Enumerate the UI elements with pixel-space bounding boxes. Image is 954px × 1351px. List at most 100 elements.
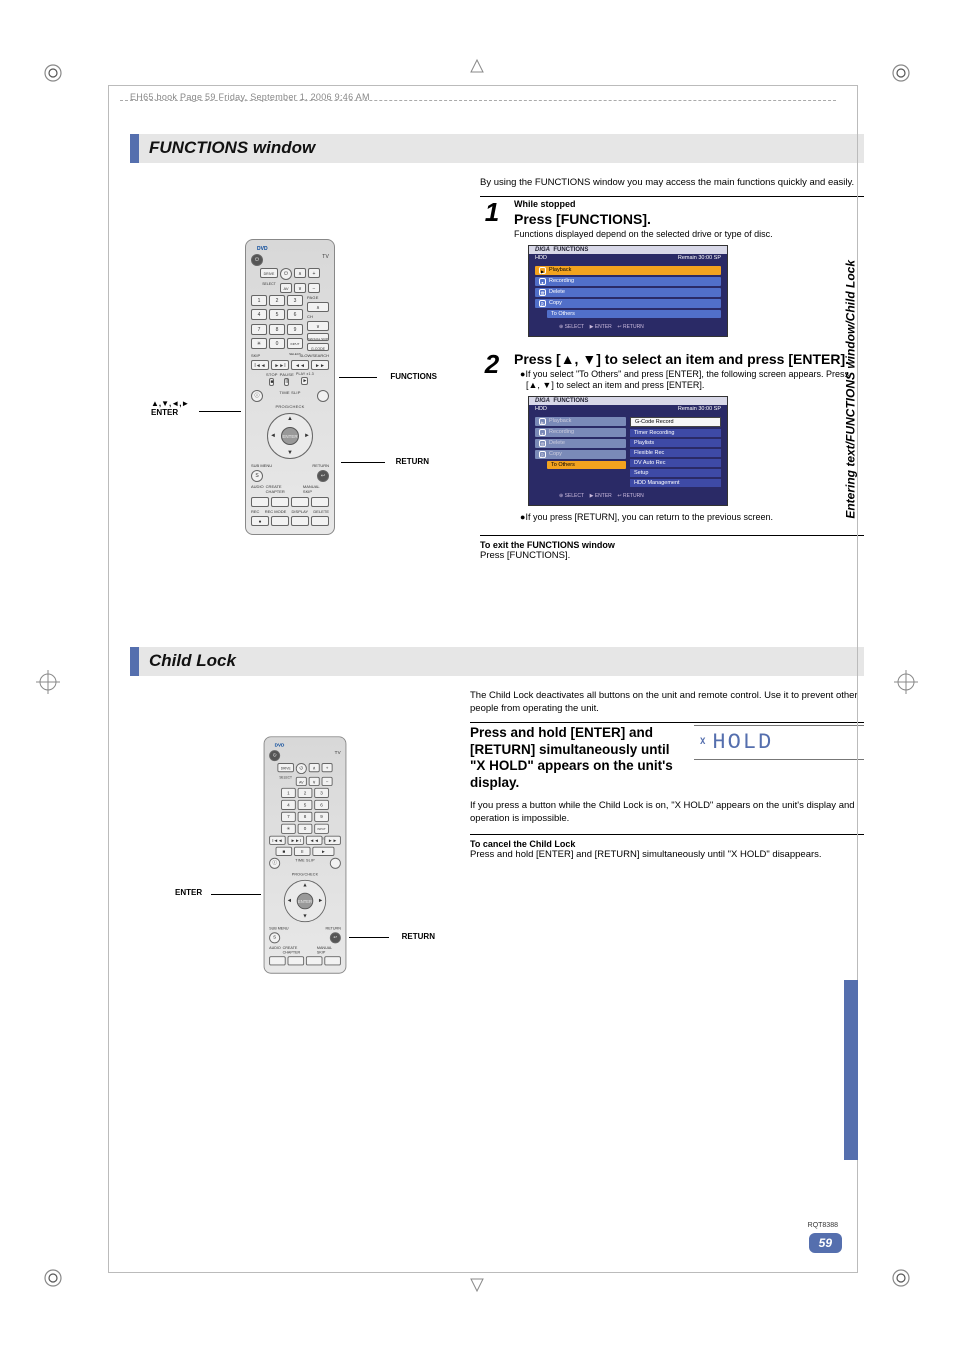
num-3: 3 [314,787,329,797]
audio-label: AUDIO [269,945,281,954]
num-3: 3 [287,295,303,306]
av-button: AV [296,776,307,785]
num-0: 0 [269,338,285,349]
callout-line [339,377,377,378]
crop-mark-icon [888,60,914,86]
pause-label: PAUSE [280,372,294,377]
tv-label: TV [322,254,329,266]
status-button: ⓘ [251,390,263,402]
display-button [291,516,309,526]
color-btn-4 [311,497,329,507]
drive-select-button: DRIVE SELECT [277,763,294,772]
num-0: 0 [298,823,313,833]
rec-button: ● [251,516,269,526]
delete-button [311,516,329,526]
return-button: ↩ [330,932,341,943]
callout-line [199,411,241,412]
ch-down: ∨ [309,776,320,785]
ff-button: ►► [311,360,329,370]
submenu-label: SUB MENU [269,926,288,931]
tv-power-button: ⏻ [280,268,292,280]
color-btn-3 [291,497,309,507]
submenu-button: S [251,470,263,482]
rew-button: ◄◄ [291,360,309,370]
power-button-icon: ⏻ [251,254,263,266]
num-9: 9 [287,324,303,335]
ch-up: ∧ [309,763,320,772]
num-9: 9 [314,811,329,821]
dpad: ▲▼ ◄► ENTER [284,879,326,921]
enter-button: ENTER [281,427,299,445]
rec-label: REC [251,509,259,514]
num-7: 7 [251,324,267,335]
num-7: 7 [281,811,296,821]
create-label: CREATE CHAPTER [283,945,315,954]
stop-label: STOP [266,372,278,377]
num-ast: ✳ [251,338,267,349]
num-6: 6 [287,309,303,320]
create-label: CREATE CHAPTER [266,484,301,494]
vol-up-button: + [308,268,320,278]
play-button: ► [301,377,308,385]
page-up: ∧ [307,302,329,312]
gcode-button: G-CODE [307,343,329,351]
status-button: ⓘ [269,858,280,869]
audio-label: AUDIO [251,484,264,494]
pause-button: II [294,847,311,856]
manual-label: MANUAL SKIP [303,484,329,494]
crop-arrow-icon [469,1277,485,1293]
slow-label: SLOW/SEARCH [299,353,329,358]
stop-button: ■ [276,847,293,856]
return-button: ↩ [317,470,329,482]
return-label: RETURN [326,926,341,931]
submenu-button: S [269,932,280,943]
play-label: PLAY x1.3 [296,372,314,376]
crop-mark-icon [40,1265,66,1291]
prev-button: I◄◄ [251,360,269,370]
remote-illustration: DVD ⏻ TV DRIVE SELECT ⏻ ∧ + AV [145,177,435,597]
ch-label: CH [307,314,329,319]
side-running-title: Entering text/FUNCTIONS window/Child Loc… [844,260,858,519]
side-tab [844,980,858,1160]
pause-button: II [284,378,289,386]
callout-line [349,937,389,938]
stop-button: ■ [269,378,274,386]
av-button: AV [280,283,292,293]
color-btn [269,956,286,965]
progcheck-label: PROG/CHECK [276,404,305,409]
drive-select-button: DRIVE SELECT [260,268,278,278]
play-button: ► [312,847,334,856]
progcheck-label: PROG/CHECK [292,871,319,876]
rew-button: ◄◄ [306,835,323,844]
callout-return: RETURN [402,932,435,941]
tv-power-button: ⏻ [296,763,307,774]
vol-down: − [322,776,333,785]
manual-label: MANUAL SKIP [317,945,341,954]
callout-line [341,462,385,463]
header-rule [120,100,836,101]
callout-enter: ENTER [175,888,202,897]
next-button: ►►I [288,835,305,844]
num-ast: ✳ [281,823,296,833]
color-btn [288,956,305,965]
submenu-label: SUB MENU [251,463,272,468]
callout-return: RETURN [396,457,429,466]
page-number: 59 [809,1233,842,1253]
remote-illustration-small: DVD ⏻ TV DRIVE SELECT ⏻ ∧ + AV [175,690,435,1020]
timeslip-label: TIME SLIP [295,858,314,869]
page-down: ∨ [307,321,329,331]
input-select: INPUT SELECT [287,338,303,349]
manual-skip: MANUAL SKIP [307,333,329,341]
prev-button: I◄◄ [269,835,286,844]
recmode-label: REC MODE [265,509,287,514]
vol-down-button: − [308,283,320,293]
skip-label: SKIP [251,353,260,358]
num-1: 1 [251,295,267,306]
callout-nav: ▲,▼,◄,► ENTER [151,399,189,417]
timeslip-label: TIME SLIP [279,390,300,402]
num-8: 8 [269,324,285,335]
timeslip-button [317,390,329,402]
timeslip-button [330,858,341,869]
color-btn [306,956,323,965]
color-btn-2 [271,497,289,507]
